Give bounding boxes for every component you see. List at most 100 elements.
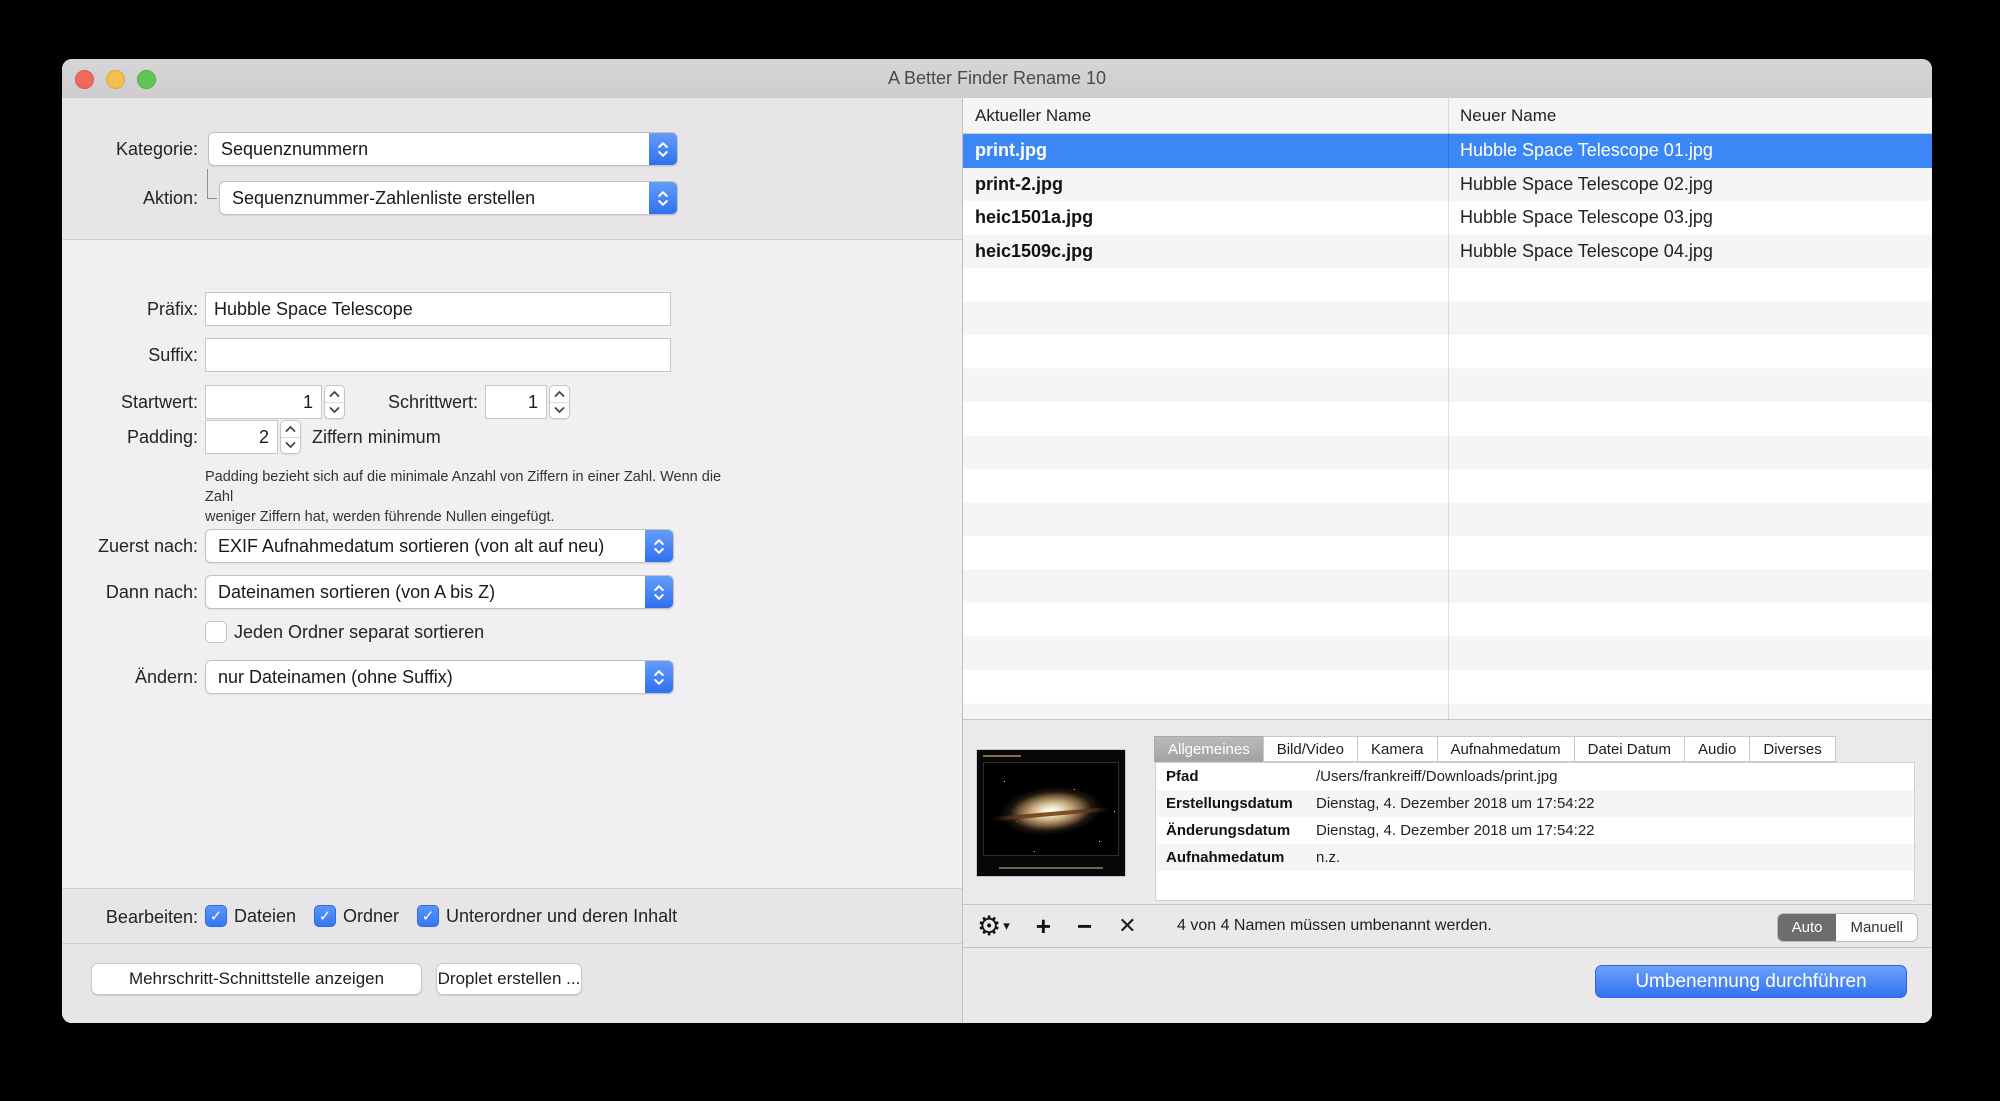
padding-stepper[interactable] <box>280 420 301 454</box>
metadata-key: Änderungsdatum <box>1156 822 1316 839</box>
bearbeiten-dateien-row: ✓ Dateien <box>205 905 296 927</box>
metadata-value: Dienstag, 4. Dezember 2018 um 17:54:22 <box>1316 795 1914 812</box>
aendern-popup[interactable]: nur Dateinamen (ohne Suffix) <box>205 660 674 694</box>
ordner-checkbox[interactable]: ✓ <box>314 905 336 927</box>
ordner-label: Ordner <box>343 906 399 927</box>
stepper-down-icon[interactable] <box>281 438 300 454</box>
stepper-down-icon[interactable] <box>550 403 569 419</box>
dateien-label: Dateien <box>234 906 296 927</box>
tab-bild-video[interactable]: Bild/Video <box>1263 736 1358 762</box>
status-text: 4 von 4 Namen müssen umbenannt werden. <box>1177 905 1492 947</box>
metadata-key: Aufnahmedatum <box>1156 849 1316 866</box>
poster-caption-bar <box>999 867 1103 869</box>
padding-help-line1: Padding bezieht sich auf die minimale An… <box>205 467 745 507</box>
metadata-row: Pfad /Users/frankreiff/Downloads/print.j… <box>1156 763 1914 790</box>
zuerst-nach-popup[interactable]: EXIF Aufnahmedatum sortieren (von alt au… <box>205 529 674 563</box>
stepper-down-icon[interactable] <box>325 403 344 419</box>
add-files-icon[interactable]: + <box>1036 913 1051 939</box>
umbenennung-durchfuehren-button[interactable]: Umbenennung durchführen <box>1595 965 1907 998</box>
old-name-cell: heic1509c.jpg <box>963 235 1448 269</box>
tab-diverses[interactable]: Diverses <box>1749 736 1835 762</box>
desktop: A Better Finder Rename 10 Kategorie: Seq… <box>0 0 2000 1101</box>
zuerst-nach-label: Zuerst nach: <box>62 529 198 563</box>
new-name-cell: Hubble Space Telescope 01.jpg <box>1448 134 1932 168</box>
metadata-panel: Allgemeines Bild/Video Kamera Aufnahmeda… <box>963 720 1932 905</box>
metadata-row: Änderungsdatum Dienstag, 4. Dezember 201… <box>1156 817 1914 844</box>
title-bar[interactable]: A Better Finder Rename 10 <box>62 59 1932 99</box>
aktion-label: Aktion: <box>62 181 198 215</box>
padding-unit-label: Ziffern minimum <box>312 420 441 454</box>
action-bar: Umbenennung durchführen <box>963 948 1932 1023</box>
footer-buttons-section: Mehrschritt-Schnittstelle anzeigen Dropl… <box>62 943 962 1023</box>
dann-nach-popup-value: Dateinamen sortieren (von A bis Z) <box>206 582 645 603</box>
stepper-up-icon[interactable] <box>281 421 300 438</box>
tab-audio[interactable]: Audio <box>1684 736 1750 762</box>
startwert-label: Startwert: <box>62 385 198 419</box>
dann-nach-popup[interactable]: Dateinamen sortieren (von A bis Z) <box>205 575 674 609</box>
toolbar-icons: ⚙ ▾ + − ✕ <box>977 905 1137 947</box>
column-header-neuer-name[interactable]: Neuer Name <box>1460 98 1556 134</box>
metadata-value: Dienstag, 4. Dezember 2018 um 17:54:22 <box>1316 822 1914 839</box>
column-divider[interactable] <box>1448 98 1449 719</box>
padding-input[interactable]: 2 <box>205 420 278 454</box>
column-header-aktueller-name[interactable]: Aktueller Name <box>975 98 1091 134</box>
mehrschritt-button[interactable]: Mehrschritt-Schnittstelle anzeigen <box>91 963 422 995</box>
clear-list-icon[interactable]: ✕ <box>1118 915 1136 937</box>
zuerst-nach-popup-value: EXIF Aufnahmedatum sortieren (von alt au… <box>206 536 645 557</box>
tab-datei-datum[interactable]: Datei Datum <box>1574 736 1685 762</box>
popup-chevrons-icon <box>649 182 677 214</box>
schrittwert-input[interactable]: 1 <box>485 385 547 419</box>
startwert-input[interactable]: 1 <box>205 385 322 419</box>
kategorie-label: Kategorie: <box>62 132 198 166</box>
tab-allgemeines[interactable]: Allgemeines <box>1154 736 1264 762</box>
metadata-row: Erstellungsdatum Dienstag, 4. Dezember 2… <box>1156 790 1914 817</box>
startwert-stepper[interactable] <box>324 385 345 419</box>
aktion-popup[interactable]: Sequenznummer-Zahlenliste erstellen <box>219 181 678 215</box>
metadata-key: Erstellungsdatum <box>1156 795 1316 812</box>
tab-kamera[interactable]: Kamera <box>1357 736 1438 762</box>
gear-icon[interactable]: ⚙ <box>977 913 1001 940</box>
poster-image-area <box>983 762 1119 856</box>
category-section: Kategorie: Sequenznummern Aktion: Sequen… <box>62 98 962 240</box>
popup-chevrons-icon <box>645 576 673 608</box>
aktion-popup-value: Sequenznummer-Zahlenliste erstellen <box>220 188 649 209</box>
stepper-up-icon[interactable] <box>550 386 569 403</box>
chevron-down-icon[interactable]: ▾ <box>1003 918 1010 934</box>
dateien-checkbox[interactable]: ✓ <box>205 905 227 927</box>
popup-chevrons-icon <box>645 530 673 562</box>
metadata-key: Pfad <box>1156 768 1316 785</box>
kategorie-popup[interactable]: Sequenznummern <box>208 132 678 166</box>
segment-manuell[interactable]: Manuell <box>1836 914 1917 941</box>
stepper-up-icon[interactable] <box>325 386 344 403</box>
aendern-label: Ändern: <box>62 660 198 694</box>
metadata-value: n.z. <box>1316 849 1914 866</box>
poster-title-bar <box>983 755 1021 757</box>
dann-nach-label: Dann nach: <box>62 575 198 609</box>
connector-elbow <box>207 169 217 199</box>
app-window: A Better Finder Rename 10 Kategorie: Seq… <box>62 59 1932 1023</box>
unterordner-label: Unterordner und deren Inhalt <box>446 906 677 927</box>
list-toolbar: ⚙ ▾ + − ✕ 4 von 4 Namen müssen umbenannt… <box>963 905 1932 947</box>
bearbeiten-ordner-row: ✓ Ordner <box>314 905 399 927</box>
padding-help-line2: weniger Ziffern hat, werden führende Nul… <box>205 507 745 527</box>
segment-auto[interactable]: Auto <box>1778 914 1837 941</box>
tab-aufnahmedatum[interactable]: Aufnahmedatum <box>1437 736 1575 762</box>
padding-label: Padding: <box>62 420 198 454</box>
schrittwert-stepper[interactable] <box>549 385 570 419</box>
praefix-label: Präfix: <box>62 292 198 326</box>
separat-sortieren-row: Jeden Ordner separat sortieren <box>205 621 484 643</box>
aendern-popup-value: nur Dateinamen (ohne Suffix) <box>206 667 645 688</box>
unterordner-checkbox[interactable]: ✓ <box>417 905 439 927</box>
droplet-button[interactable]: Droplet erstellen ... <box>436 963 582 995</box>
remove-files-icon[interactable]: − <box>1077 913 1092 939</box>
separat-sortieren-checkbox[interactable] <box>205 621 227 643</box>
popup-chevrons-icon <box>645 661 673 693</box>
bearbeiten-section: Bearbeiten: ✓ Dateien ✓ Ordner ✓ Unteror… <box>62 888 962 944</box>
window-title: A Better Finder Rename 10 <box>62 59 1932 98</box>
schrittwert-label: Schrittwert: <box>358 385 478 419</box>
file-list-panel: Aktueller Name Neuer Name print.jpg Hubb… <box>963 98 1932 1023</box>
suffix-input[interactable] <box>205 338 671 372</box>
separat-sortieren-label: Jeden Ordner separat sortieren <box>234 622 484 643</box>
old-name-cell: print-2.jpg <box>963 168 1448 202</box>
praefix-input[interactable]: Hubble Space Telescope <box>205 292 671 326</box>
